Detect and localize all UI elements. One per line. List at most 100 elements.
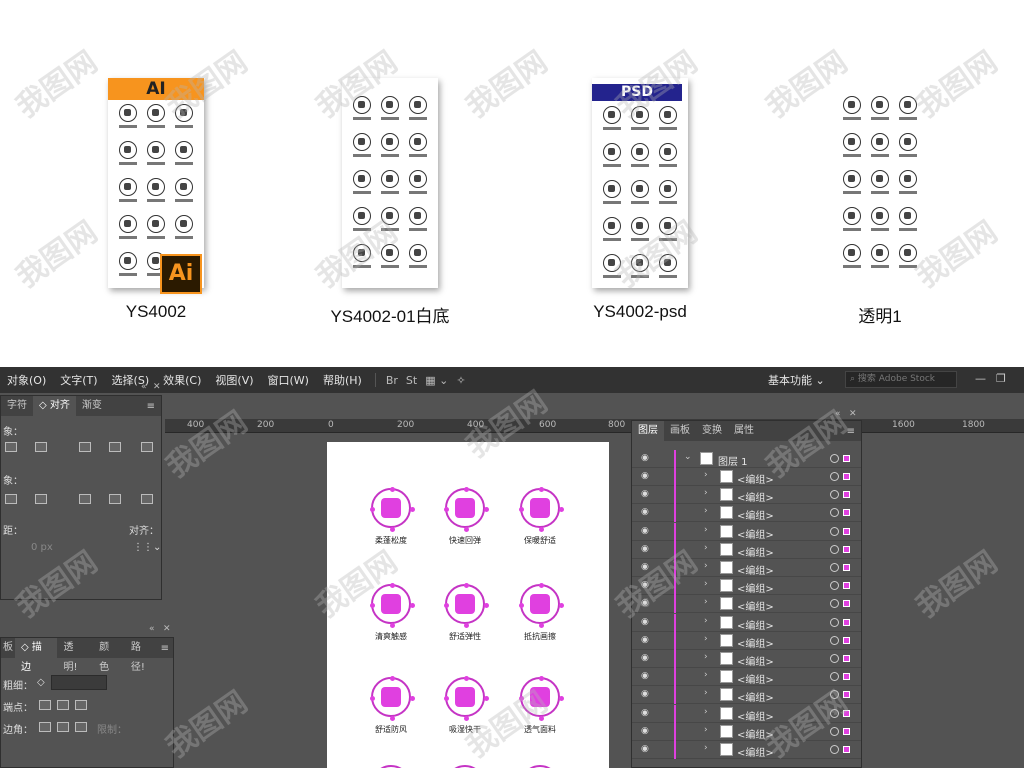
align-top-icon[interactable] [79, 442, 91, 452]
tab-character[interactable]: 字符 [1, 396, 33, 416]
anchor-point[interactable] [390, 623, 395, 628]
anchor-point[interactable] [390, 487, 395, 492]
tab-align[interactable]: ◇ 对齐 [33, 396, 76, 416]
chevron-right-icon[interactable]: › [704, 743, 708, 753]
collapse-icon[interactable]: « [141, 382, 147, 392]
anchor-point[interactable] [484, 507, 489, 512]
stroke-weight-stepper[interactable]: ◇ [37, 677, 45, 688]
collapse-icon[interactable]: « [149, 624, 155, 634]
menu-help[interactable]: 帮助(H) [316, 372, 369, 388]
anchor-point[interactable] [370, 603, 375, 608]
align-left-icon[interactable] [5, 442, 17, 452]
layer-row-group[interactable]: ◉ › <编组> [632, 650, 861, 668]
stock-search-input[interactable]: ⌕ 搜索 Adobe Stock [845, 371, 957, 388]
chevron-right-icon[interactable]: › [704, 543, 708, 553]
chevron-right-icon[interactable]: › [704, 525, 708, 535]
selection-indicator[interactable] [843, 746, 850, 753]
tab-properties[interactable]: 属性 [728, 421, 760, 441]
align-bottom-icon[interactable] [141, 442, 153, 452]
visibility-eye-icon[interactable]: ◉ [641, 471, 649, 481]
selection-indicator[interactable] [843, 473, 850, 480]
distribute-vcenter-icon[interactable] [35, 494, 47, 504]
chevron-right-icon[interactable]: › [704, 470, 708, 480]
selection-indicator[interactable] [843, 655, 850, 662]
selection-indicator[interactable] [843, 545, 850, 553]
anchor-point[interactable] [539, 623, 544, 628]
tab-transparency[interactable]: 透明! [57, 638, 93, 673]
anchor-point[interactable] [464, 583, 469, 588]
distribute-hcenter-icon[interactable] [109, 494, 121, 504]
anchor-point[interactable] [484, 696, 489, 701]
anchor-point[interactable] [464, 623, 469, 628]
menu-select[interactable]: 选择(S) [105, 372, 157, 388]
target-circle-icon[interactable] [830, 544, 839, 554]
selection-indicator[interactable] [843, 455, 850, 462]
tab-swatches[interactable]: 板 [1, 638, 15, 658]
bridge-icon[interactable]: Br [386, 374, 398, 387]
chevron-right-icon[interactable]: › [704, 597, 708, 607]
panel-menu-icon[interactable]: ≡ [147, 401, 161, 412]
menu-view[interactable]: 视图(V) [208, 372, 260, 388]
visibility-eye-icon[interactable]: ◉ [641, 617, 649, 627]
artboard-icon[interactable] [444, 676, 489, 721]
layer-row-group[interactable]: ◉ › <编组> [632, 468, 861, 486]
anchor-point[interactable] [390, 716, 395, 721]
layer-row-group[interactable]: ◉ › <编组> [632, 522, 861, 541]
distribute-right-icon[interactable] [141, 494, 153, 504]
spacing-input[interactable]: 0 px [31, 542, 53, 553]
anchor-point[interactable] [410, 696, 415, 701]
visibility-eye-icon[interactable]: ◉ [641, 489, 649, 499]
chevron-right-icon[interactable]: › [704, 688, 708, 698]
chevron-right-icon[interactable]: › [704, 652, 708, 662]
layer-row-group[interactable]: ◉ › <编组> [632, 504, 861, 523]
stock-icon[interactable]: St [406, 374, 417, 387]
tab-gradient[interactable]: 渐变 [76, 396, 108, 416]
round-cap-icon[interactable] [57, 700, 69, 710]
anchor-point[interactable] [559, 696, 564, 701]
anchor-point[interactable] [444, 603, 449, 608]
selection-indicator[interactable] [843, 491, 850, 499]
selection-indicator[interactable] [843, 564, 850, 571]
anchor-point[interactable] [444, 507, 449, 512]
target-circle-icon[interactable] [830, 563, 839, 572]
chevron-right-icon[interactable]: › [704, 488, 708, 498]
anchor-point[interactable] [464, 676, 469, 681]
layer-row-group[interactable]: ◉ › <编组> [632, 631, 861, 650]
anchor-point[interactable] [559, 507, 564, 512]
gpu-performance-icon[interactable]: ✧ [456, 374, 465, 387]
miter-join-icon[interactable] [39, 722, 51, 732]
target-circle-icon[interactable] [830, 472, 839, 481]
align-vcenter-icon[interactable] [109, 442, 121, 452]
tab-pathfinder[interactable]: 路径! [125, 638, 161, 673]
chevron-right-icon[interactable]: › [704, 616, 708, 626]
artboard-icon[interactable] [370, 676, 415, 721]
butt-cap-icon[interactable] [39, 700, 51, 710]
anchor-point[interactable] [390, 527, 395, 532]
anchor-point[interactable] [519, 603, 524, 608]
selection-indicator[interactable] [843, 636, 850, 644]
minimize-button[interactable]: — [975, 372, 986, 385]
menu-effect[interactable]: 效果(C) [156, 372, 208, 388]
visibility-eye-icon[interactable]: ◉ [641, 653, 649, 663]
chevron-right-icon[interactable]: › [704, 634, 708, 644]
tab-transform[interactable]: 变换 [696, 421, 728, 441]
target-circle-icon[interactable] [830, 599, 839, 609]
anchor-point[interactable] [484, 603, 489, 608]
selection-indicator[interactable] [843, 618, 850, 626]
target-circle-icon[interactable] [830, 490, 839, 500]
visibility-eye-icon[interactable]: ◉ [641, 526, 649, 536]
target-circle-icon[interactable] [830, 526, 839, 536]
selection-indicator[interactable] [843, 582, 850, 590]
visibility-eye-icon[interactable]: ◉ [641, 453, 649, 463]
chevron-right-icon[interactable]: › [704, 707, 708, 717]
selection-indicator[interactable] [843, 727, 850, 735]
visibility-eye-icon[interactable]: ◉ [641, 708, 649, 718]
visibility-eye-icon[interactable]: ◉ [641, 671, 649, 681]
selection-indicator[interactable] [843, 600, 850, 608]
visibility-eye-icon[interactable]: ◉ [641, 507, 649, 517]
target-circle-icon[interactable] [830, 581, 839, 591]
tab-artboards[interactable]: 画板 [664, 421, 696, 441]
close-icon[interactable]: ✕ [153, 382, 161, 392]
menu-object[interactable]: 对象(O) [0, 372, 53, 388]
target-circle-icon[interactable] [830, 672, 839, 682]
